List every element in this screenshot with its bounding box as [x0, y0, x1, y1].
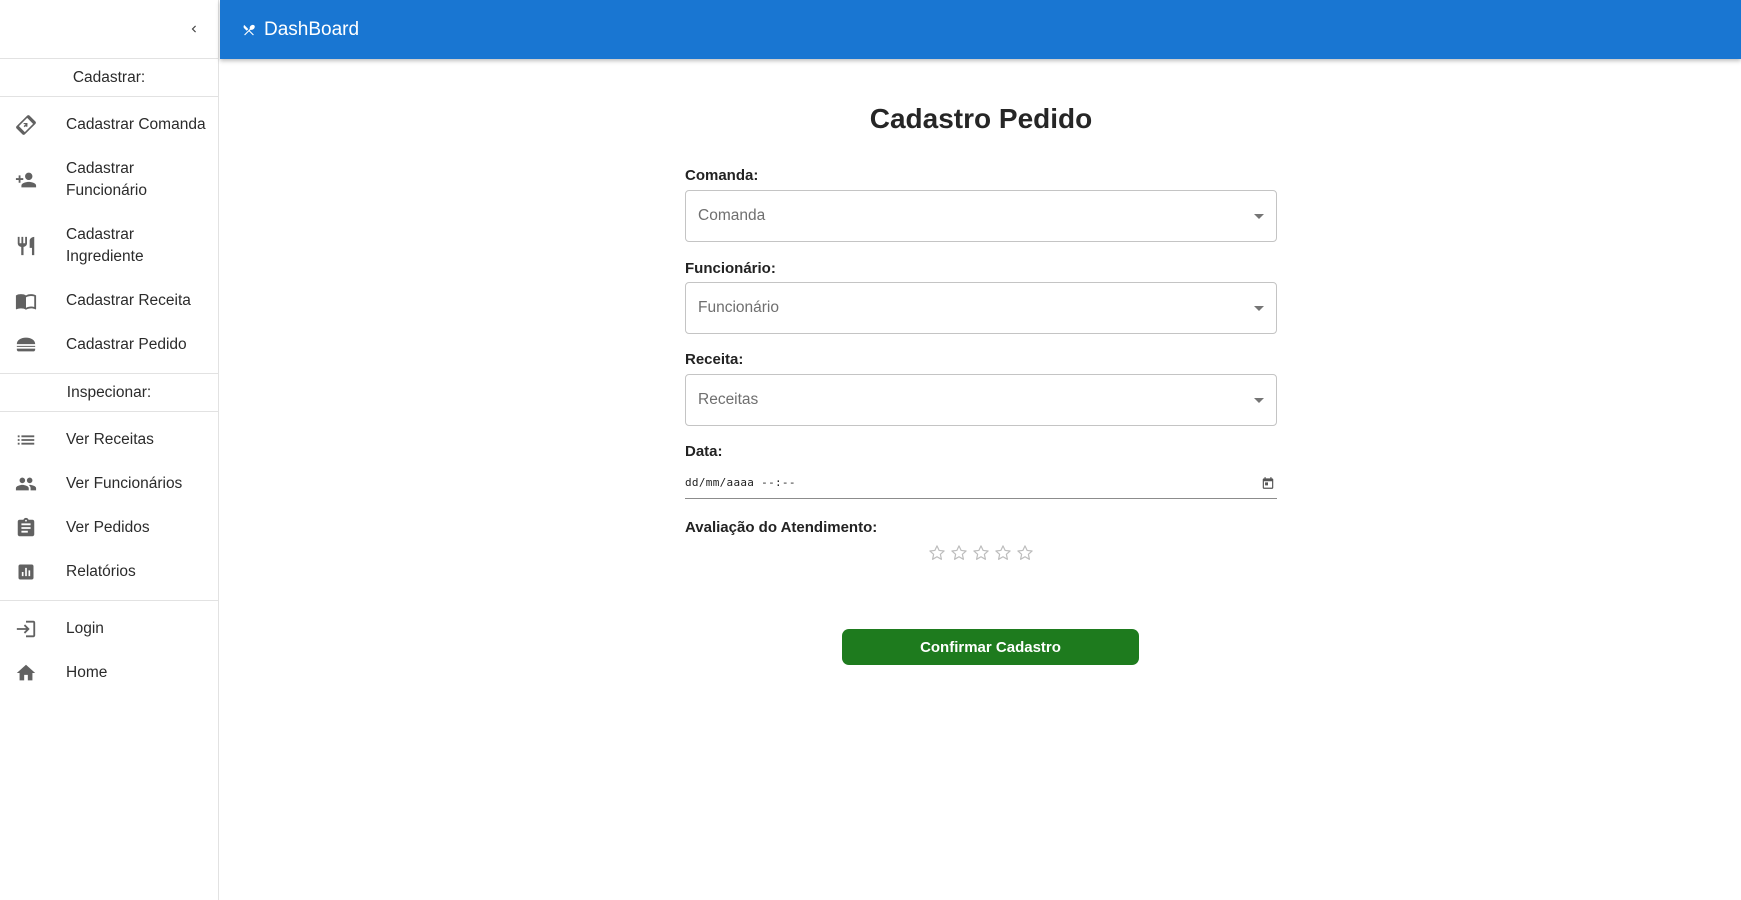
- menu-footer: Login Home: [0, 601, 218, 701]
- star-icon[interactable]: [949, 543, 969, 563]
- data-label: Data:: [685, 443, 723, 460]
- sidebar-item-label: Cadastrar Comanda: [66, 116, 206, 133]
- caret-down-icon: [1254, 213, 1264, 219]
- confirm-button[interactable]: Confirmar Cadastro: [842, 629, 1139, 665]
- burger-icon: [14, 333, 38, 357]
- caret-down-icon: [1254, 305, 1264, 311]
- sidebar-item-label: Ver Pedidos: [66, 519, 150, 536]
- utensils-icon: [240, 21, 258, 39]
- person-add-icon: [14, 168, 38, 192]
- clipboard-icon: [14, 516, 38, 540]
- sidebar-item-login[interactable]: Login: [0, 607, 218, 651]
- people-icon: [14, 472, 38, 496]
- menu-cadastrar: Cadastrar Comanda Cadastrar Funcionário …: [0, 97, 218, 373]
- sidebar-item-cadastrar-receita[interactable]: Cadastrar Receita: [0, 279, 218, 323]
- collapse-sidebar-button[interactable]: [182, 17, 206, 41]
- comanda-label: Comanda:: [685, 167, 759, 184]
- app-title: DashBoard: [264, 18, 360, 40]
- sidebar-item-label: Cadastrar Receita: [66, 292, 191, 309]
- main-content: Cadastro Pedido Comanda: Comanda Funcion…: [220, 59, 1741, 900]
- sidebar-item-label: Cadastrar Pedido: [66, 336, 187, 353]
- sidebar-item-ver-receitas[interactable]: Ver Receitas: [0, 418, 218, 462]
- comanda-select[interactable]: Comanda: [685, 190, 1277, 242]
- calendar-icon[interactable]: [1261, 476, 1275, 490]
- star-icon[interactable]: [1015, 543, 1035, 563]
- sidebar-item-ver-pedidos[interactable]: Ver Pedidos: [0, 506, 218, 550]
- sidebar-item-label: Login: [66, 620, 104, 637]
- funcionario-select[interactable]: Funcionário: [685, 282, 1277, 334]
- comanda-placeholder: Comanda: [698, 207, 766, 224]
- date-time-value: dd/mm/aaaa --:--: [685, 476, 796, 489]
- avaliacao-label: Avaliação do Atendimento:: [685, 519, 878, 536]
- sidebar-item-home[interactable]: Home: [0, 651, 218, 695]
- section-title-cadastrar: Cadastrar:: [0, 59, 218, 97]
- rating-stars: [927, 543, 1035, 563]
- sidebar-item-label: Ver Receitas: [66, 431, 154, 448]
- receita-label: Receita:: [685, 351, 744, 368]
- sidebar-header: [0, 0, 218, 59]
- sidebar-item-label: Ver Funcionários: [66, 475, 183, 492]
- funcionario-label: Funcionário:: [685, 260, 776, 277]
- sidebar-item-ver-funcionarios[interactable]: Ver Funcionários: [0, 462, 218, 506]
- receita-select[interactable]: Receitas: [685, 374, 1277, 426]
- sidebar: Cadastrar: Cadastrar Comanda Cadastrar F…: [0, 0, 219, 900]
- sidebar-item-cadastrar-ingrediente[interactable]: Cadastrar Ingrediente: [0, 213, 218, 279]
- caret-down-icon: [1254, 397, 1264, 403]
- funcionario-placeholder: Funcionário: [698, 299, 779, 316]
- date-time-input[interactable]: dd/mm/aaaa --:--: [685, 467, 1277, 499]
- sidebar-item-cadastrar-funcionario[interactable]: Cadastrar Funcionário: [0, 147, 218, 213]
- sidebar-item-cadastrar-pedido[interactable]: Cadastrar Pedido: [0, 323, 218, 367]
- phone-forward-icon: [14, 113, 38, 137]
- menu-book-icon: [14, 289, 38, 313]
- login-icon: [14, 617, 38, 641]
- bar-chart-icon: [14, 560, 38, 584]
- chevron-left-icon: [191, 25, 196, 33]
- page-title: Cadastro Pedido: [869, 103, 1093, 134]
- app-bar: DashBoard: [220, 0, 1741, 59]
- sidebar-item-label: Cadastrar Ingrediente: [66, 226, 144, 265]
- list-icon: [14, 428, 38, 452]
- sidebar-item-label: Cadastrar Funcionário: [66, 160, 147, 199]
- sidebar-item-label: Relatórios: [66, 563, 136, 580]
- receita-placeholder: Receitas: [698, 391, 759, 408]
- star-icon[interactable]: [993, 543, 1013, 563]
- sidebar-item-relatorios[interactable]: Relatórios: [0, 550, 218, 594]
- section-title-inspecionar: Inspecionar:: [0, 374, 218, 412]
- home-icon: [14, 661, 38, 685]
- restaurant-icon: [14, 234, 38, 258]
- menu-inspecionar: Ver Receitas Ver Funcionários Ver Pedido…: [0, 412, 218, 600]
- sidebar-item-label: Home: [66, 664, 108, 681]
- sidebar-item-cadastrar-comanda[interactable]: Cadastrar Comanda: [0, 103, 218, 147]
- star-icon[interactable]: [971, 543, 991, 563]
- star-icon[interactable]: [927, 543, 947, 563]
